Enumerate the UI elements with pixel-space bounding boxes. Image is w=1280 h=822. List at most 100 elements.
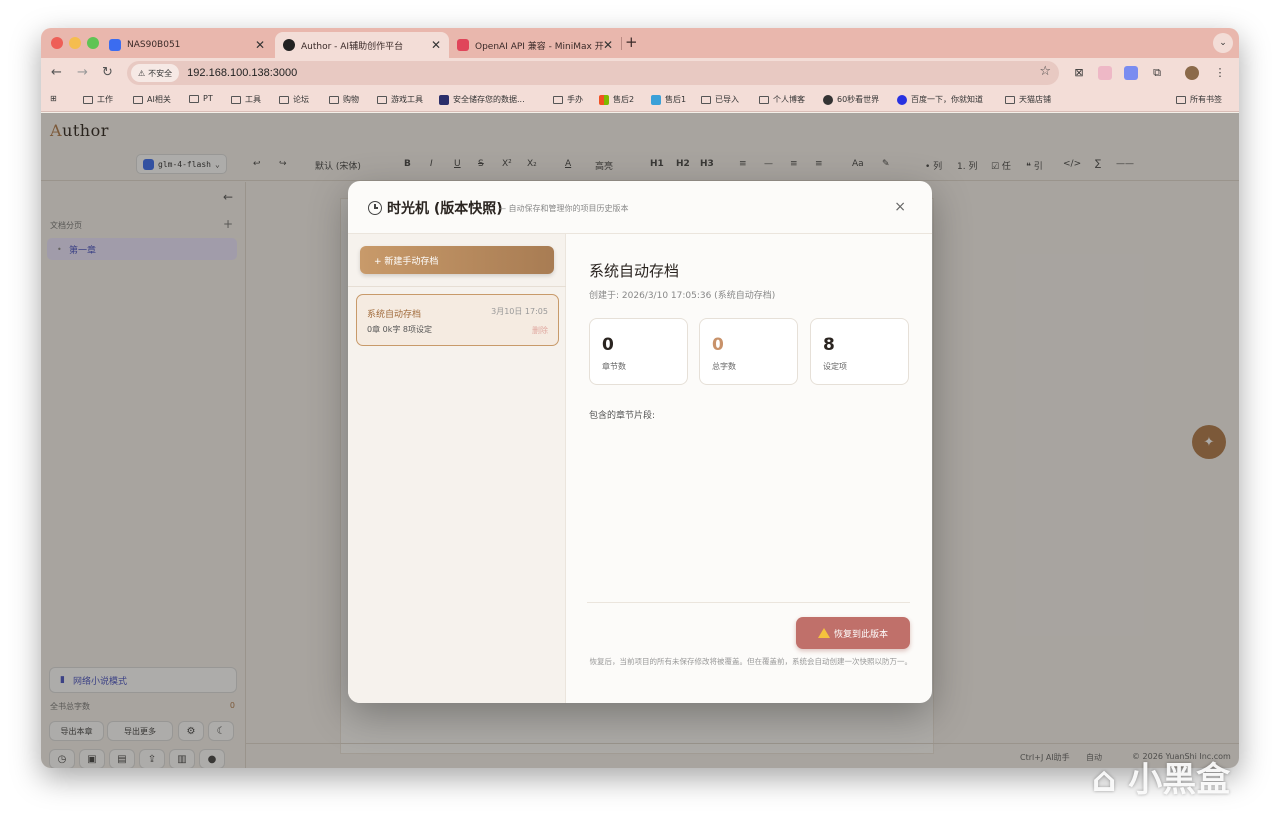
stat-words: 0 总字数 (699, 318, 798, 385)
folder-icon (1176, 95, 1186, 104)
tab-separator (621, 37, 622, 50)
bookmark-link[interactable]: 60秒看世界 (823, 94, 879, 105)
browser-menu-icon[interactable]: ⋮ (1213, 66, 1227, 80)
extension-pink-icon[interactable] (1098, 66, 1112, 80)
time-machine-dialog: 时光机 (版本快照) — 自动保存和管理你的项目历史版本 × + 新建手动存档 … (348, 181, 932, 703)
tab-strip: NAS90B051 ✕ Author - AI辅助创作平台 ✕ OpenAI A… (41, 28, 1239, 58)
author-favicon-icon (283, 39, 295, 51)
stat-value: 0 (712, 335, 724, 355)
folder-icon (377, 95, 387, 104)
folder-icon (329, 95, 339, 104)
bookmark-label: 工作 (97, 95, 113, 104)
bookmark-folder[interactable]: 手办 (553, 94, 583, 105)
folder-icon (553, 95, 563, 104)
bookmark-label: PT (203, 94, 213, 103)
new-tab-button[interactable]: + (625, 33, 638, 51)
folder-icon (231, 95, 241, 104)
watermark-logo: ⌂ 小黑盒 (1092, 760, 1231, 800)
all-bookmarks[interactable]: 所有书签 (1176, 94, 1222, 105)
bookmark-folder[interactable]: 论坛 (279, 94, 309, 105)
dialog-title: 时光机 (版本快照) (368, 198, 503, 218)
folder-icon (83, 95, 93, 104)
bookmark-folder[interactable]: 购物 (329, 94, 359, 105)
url-text[interactable]: 192.168.100.138:3000 (187, 67, 297, 79)
bookmark-label: AI相关 (147, 95, 171, 104)
vault-icon (439, 94, 449, 105)
warning-icon (817, 628, 830, 638)
extension-icon[interactable]: ⊠ (1072, 66, 1086, 80)
bookmark-label: 百度一下，你就知道 (911, 95, 983, 104)
detail-created: 创建于: 2026/3/10 17:05:36 (系统自动存档) (589, 291, 776, 301)
dialog-subtitle: — 自动保存和管理你的项目历史版本 (498, 204, 629, 213)
folder-icon (759, 95, 769, 104)
profile-avatar[interactable] (1185, 66, 1199, 80)
tab-close-icon[interactable]: ✕ (431, 38, 441, 52)
tab-minimax[interactable]: OpenAI API 兼容 - MiniMax 开 ✕ (449, 32, 621, 58)
stat-label: 设定项 (823, 362, 847, 371)
tab-title: NAS90B051 (127, 40, 181, 50)
bookmark-label: 所有书签 (1190, 95, 1222, 104)
bookmark-folder[interactable]: 已导入 (701, 94, 739, 105)
bookmark-folder[interactable]: 天猫店铺 (1005, 94, 1051, 105)
security-label: 不安全 (148, 68, 173, 78)
support-icon (651, 94, 661, 105)
folder-icon (701, 95, 711, 104)
restore-note: 恢复后，当前项目的所有未保存修改将被覆盖。但在覆盖前，系统会自动创建一次快照以防… (589, 657, 913, 666)
bookmark-folder[interactable]: 工作 (83, 94, 113, 105)
bookmark-label: 个人博客 (773, 95, 805, 104)
extension-blue-icon[interactable] (1124, 66, 1138, 80)
bookmark-label: 工具 (245, 95, 261, 104)
security-indicator[interactable]: ⚠ 不安全 (131, 64, 180, 82)
snapshot-item[interactable]: 系统自动存档 3月10日 17:05 0章 0k字 8项设定 删除 (356, 294, 559, 346)
minimax-favicon-icon (457, 39, 469, 51)
bookmark-link[interactable]: 售后1 (651, 94, 686, 105)
back-button[interactable]: ← (51, 65, 62, 80)
snapshot-name: 系统自动存档 (367, 310, 422, 320)
bookmark-star-icon[interactable]: ☆ (1039, 64, 1051, 79)
bookmark-label: 售后2 (613, 95, 635, 104)
new-snapshot-button[interactable]: + 新建手动存档 (360, 246, 554, 274)
bookmark-folder[interactable]: 工具 (231, 94, 261, 105)
windows-icon (599, 94, 609, 105)
delete-snapshot-button[interactable]: 删除 (532, 325, 548, 336)
snapshot-date: 3月10日 17:05 (491, 307, 548, 316)
dialog-header: 时光机 (版本快照) — 自动保存和管理你的项目历史版本 × (348, 181, 932, 234)
tab-close-icon[interactable]: ✕ (603, 38, 613, 52)
globe-icon (823, 94, 833, 105)
maximize-window-button[interactable] (87, 37, 99, 49)
tab-search-button[interactable]: ⌄ (1213, 33, 1233, 53)
restore-version-button[interactable]: 恢复到此版本 (796, 617, 910, 649)
bookmark-folder[interactable]: AI相关 (133, 94, 171, 105)
close-window-button[interactable] (51, 37, 63, 49)
forward-button[interactable]: → (77, 65, 88, 80)
segments-label: 包含的章节片段: (589, 411, 656, 421)
folder-icon (189, 94, 199, 103)
nas-favicon-icon (109, 39, 121, 51)
bookmark-link[interactable]: 安全储存您的数据... (439, 94, 525, 105)
tab-author[interactable]: Author - AI辅助创作平台 ✕ (275, 32, 449, 58)
bookmark-label: 论坛 (293, 95, 309, 104)
bookmark-label: 天猫店铺 (1019, 95, 1051, 104)
bookmark-link[interactable]: 百度一下，你就知道 (897, 94, 983, 105)
bookmark-folder[interactable]: 个人博客 (759, 94, 805, 105)
tab-close-icon[interactable]: ✕ (255, 38, 265, 52)
snapshot-meta: 0章 0k字 8项设定 (367, 325, 432, 334)
stat-chapters: 0 章节数 (589, 318, 688, 385)
tab-title: OpenAI API 兼容 - MiniMax 开 (475, 41, 604, 52)
bookmark-label: 售后1 (665, 95, 687, 104)
close-icon[interactable]: × (894, 199, 906, 215)
address-bar[interactable]: ⚠ 不安全 192.168.100.138:3000 ☆ (127, 61, 1059, 85)
extensions-puzzle-icon[interactable]: ⧉ (1150, 66, 1164, 80)
address-row: ← → ↻ ⚠ 不安全 192.168.100.138:3000 ☆ ⊠ ⧉ ⋮ (41, 58, 1239, 88)
folder-icon (133, 95, 143, 104)
bookmark-label: 60秒看世界 (837, 95, 880, 104)
minimize-window-button[interactable] (69, 37, 81, 49)
bookmarks-bar: ⊞ 工作 AI相关 PT 工具 论坛 购物 游戏工具 安全储存您的数据... 手… (41, 88, 1239, 112)
bookmark-folder[interactable]: PT (189, 94, 213, 103)
bookmark-link[interactable]: 售后2 (599, 94, 634, 105)
bookmark-folder[interactable]: 游戏工具 (377, 94, 423, 105)
bookmark-label: 已导入 (715, 95, 739, 104)
apps-grid-icon[interactable]: ⊞ (50, 94, 57, 103)
tab-nas[interactable]: NAS90B051 ✕ (101, 32, 273, 58)
reload-button[interactable]: ↻ (102, 65, 113, 80)
